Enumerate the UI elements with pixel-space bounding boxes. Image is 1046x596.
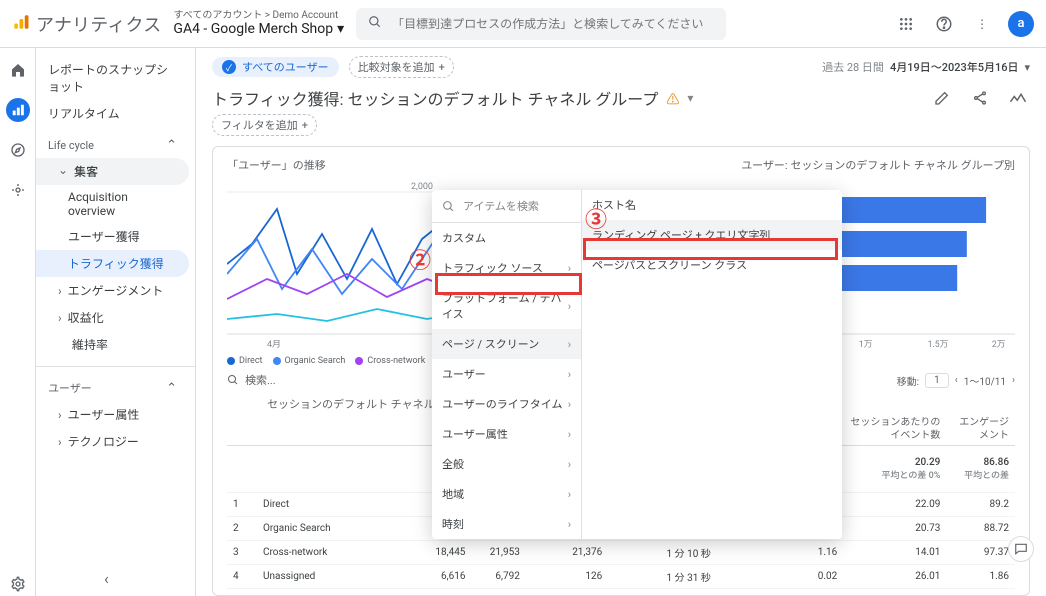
nav-section-lifecycle[interactable]: Life cycle⌃: [36, 133, 189, 158]
chevron-up-icon: ⌃: [166, 138, 177, 153]
nav-section-user[interactable]: ユーザー⌃: [36, 375, 189, 401]
dropdown-category[interactable]: カスタム: [432, 223, 581, 253]
search-input[interactable]: [392, 17, 714, 31]
chevron-right-icon: ›: [568, 518, 571, 531]
header-actions: ⋮ a: [894, 11, 1034, 37]
svg-text:2,000: 2,000: [411, 182, 433, 192]
property-picker[interactable]: すべてのアカウント > Demo Account GA4 - Google Me…: [173, 10, 344, 38]
nav-acq-overview[interactable]: Acquisition overview: [36, 185, 189, 223]
rail-reports-icon[interactable]: [6, 98, 30, 122]
chevron-right-icon: ›: [568, 262, 571, 275]
nav-collapse-icon[interactable]: ‹: [104, 569, 109, 588]
nav-realtime[interactable]: リアルタイム: [36, 100, 189, 127]
nav-technology[interactable]: テクノロジー: [36, 428, 189, 455]
svg-text:1万: 1万: [859, 340, 873, 350]
line-chart-title: 「ユーザー」の推移: [227, 157, 326, 173]
chevron-left-icon: ‹: [955, 375, 958, 386]
search-box[interactable]: [356, 8, 726, 40]
dropdown-option[interactable]: ランディング ページ + クエリ文字列: [582, 220, 842, 250]
svg-text:1.5万: 1.5万: [928, 340, 949, 350]
warning-icon[interactable]: ⚠: [666, 89, 679, 108]
dropdown-category[interactable]: ユーザーのライフタイム›: [432, 389, 581, 419]
help-icon[interactable]: [932, 12, 956, 36]
chevron-right-icon: ›: [568, 458, 571, 471]
svg-text:2万: 2万: [992, 340, 1006, 350]
share-icon[interactable]: [968, 86, 992, 110]
property-name: GA4 - Google Merch Shop ▾: [173, 21, 344, 37]
table-row[interactable]: 3Cross-network18,44521,95321,3761 分 10 秒…: [227, 541, 1015, 565]
rail-ads-icon[interactable]: [6, 178, 30, 202]
nav-acquisition[interactable]: 集客: [36, 158, 189, 185]
nav-user-attr[interactable]: ユーザー属性: [36, 401, 189, 428]
svg-text:4月: 4月: [267, 340, 281, 350]
table-row[interactable]: 4Unassigned6,6166,7921261 分 31 秒0.0226.0…: [227, 565, 1015, 589]
breadcrumb: すべてのアカウント > Demo Account: [173, 10, 344, 22]
segment-chip-all-users[interactable]: ✓すべてのユーザー: [212, 57, 339, 77]
nav-retention[interactable]: 維持率: [36, 331, 189, 358]
check-icon: ✓: [222, 60, 236, 74]
nav-panel: レポートのスナップショット リアルタイム Life cycle⌃ 集客 Acqu…: [36, 48, 196, 596]
search-icon: [368, 15, 382, 32]
logo-text: アナリティクス: [36, 11, 161, 37]
plus-icon: +: [302, 119, 308, 132]
avatar[interactable]: a: [1008, 11, 1034, 37]
dropdown-category[interactable]: ユーザー属性›: [432, 419, 581, 449]
dropdown-category[interactable]: ユーザー›: [432, 359, 581, 389]
nav-engagement[interactable]: エンゲージメント: [36, 277, 189, 304]
add-filter-chip[interactable]: フィルタを追加 +: [212, 114, 317, 136]
more-icon[interactable]: ⋮: [970, 12, 994, 36]
nav-snapshot[interactable]: レポートのスナップショット: [36, 56, 189, 100]
rail-home-icon[interactable]: [6, 58, 30, 82]
dropdown-category[interactable]: プラットフォーム / デバイス›: [432, 283, 581, 329]
report-top: ✓すべてのユーザー 比較対象を追加 + 過去 28 日間 4月19日～2023年…: [196, 48, 1046, 146]
chevron-right-icon: ›: [568, 368, 571, 381]
analytics-logo-icon: [12, 13, 30, 34]
nav-monetization[interactable]: 収益化: [36, 304, 189, 331]
chevron-down-icon: ▾: [1024, 61, 1030, 74]
chevron-down-icon: ▾: [337, 21, 344, 37]
add-comparison-chip[interactable]: 比較対象を追加 +: [349, 56, 454, 78]
insights-icon[interactable]: [1006, 86, 1030, 110]
dropdown-category[interactable]: 全般›: [432, 449, 581, 479]
dropdown-category[interactable]: 地域›: [432, 479, 581, 509]
table-pager[interactable]: 移動: 1 ‹ 1～10/11 ›: [897, 373, 1015, 388]
rail-admin-icon[interactable]: [6, 572, 30, 596]
dropdown-category[interactable]: ページ / スクリーン›: [432, 329, 581, 359]
left-rail: [0, 48, 36, 596]
nav-traffic-acq[interactable]: トラフィック獲得: [36, 250, 189, 277]
chevron-up-icon: ⌃: [166, 381, 177, 396]
dropdown-option[interactable]: ページパスとスクリーン クラス: [582, 250, 842, 280]
top-header: アナリティクス すべてのアカウント > Demo Account GA4 - G…: [0, 0, 1046, 48]
edit-icon[interactable]: [930, 86, 954, 110]
chevron-right-icon: ›: [568, 488, 571, 501]
rail-explore-icon[interactable]: [6, 138, 30, 162]
dropdown-search[interactable]: アイテムを検索: [432, 190, 581, 223]
dimension-dropdown: アイテムを検索 カスタムトラフィック ソース›プラットフォーム / デバイス›ペ…: [432, 190, 842, 539]
dropdown-category[interactable]: トラフィック ソース›: [432, 253, 581, 283]
apps-icon[interactable]: [894, 12, 918, 36]
chevron-right-icon: ›: [1012, 375, 1015, 386]
table-search[interactable]: 検索...: [227, 372, 276, 388]
logo[interactable]: アナリティクス: [12, 11, 161, 37]
dropdown-option[interactable]: ホスト名: [582, 190, 842, 220]
feedback-icon[interactable]: [1008, 536, 1034, 562]
date-range-picker[interactable]: 過去 28 日間 4月19日～2023年5月16日 ▾: [822, 59, 1030, 75]
nav-user-acq[interactable]: ユーザー獲得: [36, 223, 189, 250]
report-title: トラフィック獲得: セッションのデフォルト チャネル グループ: [212, 86, 658, 110]
plus-icon: +: [439, 61, 445, 74]
chevron-right-icon: ›: [568, 300, 571, 313]
dropdown-category[interactable]: 時刻›: [432, 509, 581, 539]
chevron-right-icon: ›: [568, 428, 571, 441]
chevron-right-icon: ›: [568, 398, 571, 411]
chevron-right-icon: ›: [568, 338, 571, 351]
bar-chart-title: ユーザー: セッションのデフォルト チャネル グループ別: [741, 157, 1015, 173]
